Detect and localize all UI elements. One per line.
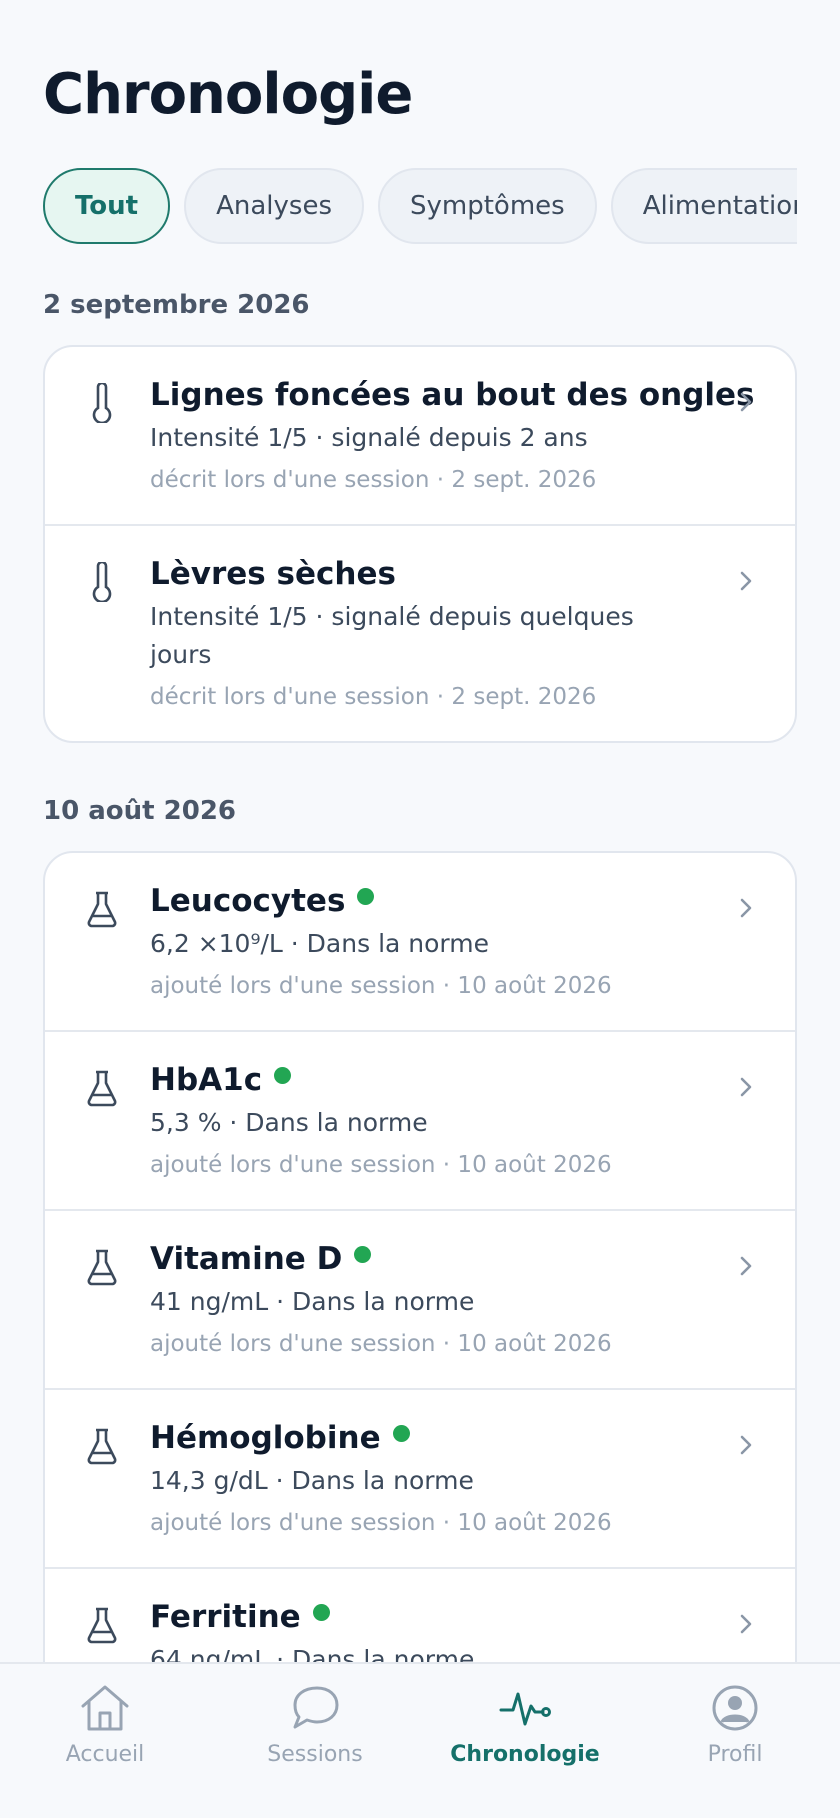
entry-meta: ajouté lors d'une session · 10 août 2026 [150, 1331, 612, 1357]
home-icon [81, 1685, 129, 1731]
timeline-entry[interactable]: Vitamine D 41 ng/mL · Dans la norme ajou… [45, 1211, 795, 1390]
section-date: 10 août 2026 [43, 796, 236, 826]
profile-icon [712, 1685, 758, 1731]
chevron-right-icon [740, 571, 752, 591]
timeline-card: Leucocytes 6,2 ×10⁹/L · Dans la norme aj… [43, 851, 797, 1751]
flask-icon [87, 891, 117, 928]
status-dot [274, 1067, 292, 1084]
section-date: 2 septembre 2026 [43, 290, 310, 320]
page-title: Chronologie [43, 62, 413, 127]
bottom-tab-bar: Accueil Sessions Chronologie Profil [0, 1662, 840, 1818]
timeline-entry[interactable]: Lèvres sèches Intensité 1/5 · signalé de… [45, 526, 795, 741]
flask-icon [87, 1428, 117, 1465]
tab-sessions[interactable]: Sessions [210, 1682, 420, 1767]
tab-chronologie[interactable]: Chronologie [420, 1682, 630, 1767]
entry-meta: décrit lors d'une session · 2 sept. 2026 [150, 684, 597, 710]
timeline-card: Lignes foncées au bout des ongles Intens… [43, 345, 797, 743]
filter-chip-alimentation[interactable]: Alimentation [610, 168, 797, 244]
entry-detail: 41 ng/mL · Dans la norme [150, 1287, 475, 1316]
tab-label: Sessions [267, 1742, 363, 1767]
timeline-entry[interactable]: Lignes foncées au bout des ongles Intens… [45, 347, 795, 526]
flask-icon [87, 1070, 117, 1107]
tab-profil[interactable]: Profil [630, 1682, 840, 1767]
filter-chips: Tout Analyses Symptômes Alimentation [43, 168, 797, 246]
timeline-entry[interactable]: Leucocytes 6,2 ×10⁹/L · Dans la norme aj… [45, 853, 795, 1032]
entry-title: Lèvres sèches [150, 556, 396, 592]
entry-title: Lignes foncées au bout des ongles [150, 377, 755, 413]
tab-label: Accueil [65, 1742, 145, 1767]
entry-detail: 5,3 % · Dans la norme [150, 1108, 428, 1137]
entry-meta: ajouté lors d'une session · 10 août 2026 [150, 1510, 612, 1536]
flask-icon [87, 1249, 117, 1286]
status-dot [357, 888, 375, 905]
status-dot [392, 1425, 410, 1442]
chevron-right-icon [740, 1614, 752, 1634]
timeline-entry[interactable]: HbA1c 5,3 % · Dans la norme ajouté lors … [45, 1032, 795, 1211]
entry-title: Ferritine [150, 1599, 301, 1635]
chat-bubble-icon [293, 1686, 339, 1729]
tab-label: Chronologie [450, 1742, 600, 1767]
entry-detail: 14,3 g/dL · Dans la norme [150, 1466, 474, 1495]
thermometer-icon [92, 562, 112, 602]
chevron-right-icon [740, 1077, 752, 1097]
timeline-screen: Chronologie Tout Analyses Symptômes Aliment… [0, 0, 840, 1818]
filter-chip-symptomes[interactable]: Symptômes [378, 168, 597, 244]
status-dot [312, 1604, 330, 1621]
entry-title: Leucocytes [150, 883, 346, 919]
entry-detail: Intensité 1/5 · signalé depuis quelques … [150, 602, 634, 669]
thermometer-icon [92, 383, 112, 423]
tab-label: Profil [707, 1742, 763, 1767]
entry-meta: ajouté lors d'une session · 10 août 2026 [150, 973, 612, 999]
entry-title: Vitamine D [150, 1241, 343, 1277]
pulse-icon [499, 1692, 551, 1726]
chevron-right-icon [740, 392, 752, 412]
status-dot [354, 1246, 372, 1263]
entry-title: HbA1c [150, 1062, 263, 1098]
entry-detail: Intensité 1/5 · signalé depuis 2 ans [150, 423, 588, 452]
entry-meta: décrit lors d'une session · 2 sept. 2026 [150, 467, 597, 493]
flask-icon [87, 1607, 117, 1644]
chevron-right-icon [740, 898, 752, 918]
chevron-right-icon [740, 1256, 752, 1276]
filter-chip-tout[interactable]: Tout [43, 168, 171, 244]
entry-meta: ajouté lors d'une session · 10 août 2026 [150, 1152, 612, 1178]
entry-detail: 6,2 ×10⁹/L · Dans la norme [150, 929, 489, 958]
chevron-right-icon [740, 1435, 752, 1455]
timeline-entry[interactable]: Hémoglobine 14,3 g/dL · Dans la norme aj… [45, 1390, 795, 1569]
tab-accueil[interactable]: Accueil [0, 1682, 210, 1767]
filter-chip-analyses[interactable]: Analyses [184, 168, 364, 244]
entry-title: Hémoglobine [150, 1420, 381, 1456]
